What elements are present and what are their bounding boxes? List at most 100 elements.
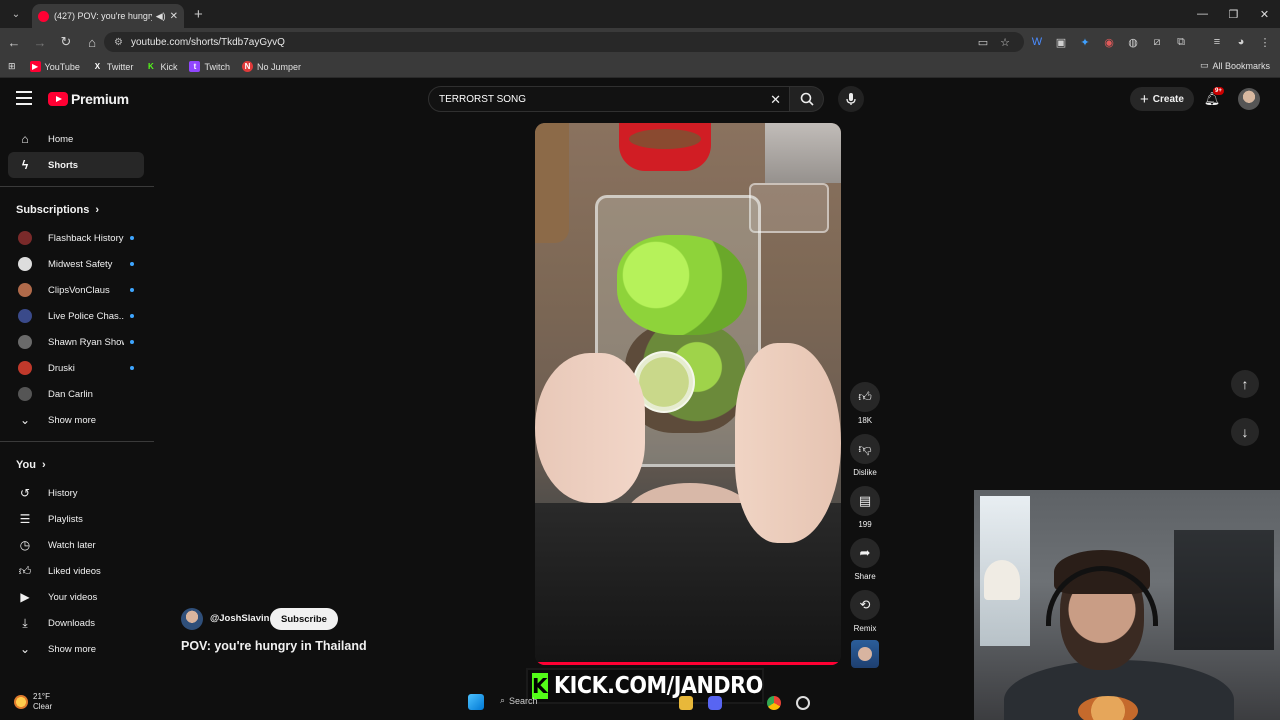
youtube-premium-logo[interactable]: Premium (48, 91, 129, 107)
extension-window-icon[interactable]: ▣ (1053, 34, 1069, 50)
dislike-button[interactable]: 👎︎ (850, 434, 880, 464)
thumbs-up-icon: 👍︎ (858, 389, 872, 404)
sound-thumbnail[interactable] (851, 640, 879, 668)
new-tab-icon[interactable]: + (194, 6, 203, 23)
clear-search-icon[interactable]: ✕ (770, 92, 781, 108)
voice-search-button[interactable] (838, 86, 864, 112)
chrome-icon[interactable] (767, 696, 781, 710)
close-tab-icon[interactable]: ✕ (170, 11, 178, 22)
notifications-button[interactable]: 🔔︎ 9+ (1202, 87, 1224, 109)
remix-button[interactable]: ⟲ (850, 590, 880, 620)
search-input[interactable] (439, 93, 759, 105)
close-window-icon[interactable]: ✕ (1249, 0, 1280, 28)
video-progress-bar[interactable] (535, 662, 841, 665)
sidebar-item-playlists[interactable]: ☰ Playlists (8, 506, 144, 532)
address-bar[interactable]: ⚙ youtube.com/shorts/Tkdb7ayGyvQ (104, 32, 1024, 52)
sidebar-item-live-police-chase[interactable]: Live Police Chas... (8, 303, 144, 329)
bookmark-star-icon[interactable]: ☆ (997, 34, 1013, 50)
sidebar-item-midwest-safety[interactable]: Midwest Safety (8, 251, 144, 277)
sidebar-item-home[interactable]: ⌂ Home (8, 126, 144, 152)
file-explorer-icon[interactable] (679, 696, 693, 710)
logo-text: Premium (71, 91, 129, 107)
extension-shield-icon[interactable]: ◍ (1125, 34, 1141, 50)
profile-icon[interactable]: ◕ (1233, 34, 1249, 50)
thumbs-down-icon: 👎︎ (858, 441, 872, 456)
account-avatar[interactable] (1238, 88, 1260, 110)
chevron-right-icon: › (41, 459, 46, 471)
extension-w-icon[interactable]: W (1029, 34, 1045, 50)
apps-grid-icon[interactable]: ⊞ (8, 61, 16, 72)
channel-name[interactable]: @JoshSlavin (210, 613, 269, 624)
remix-action: ⟲ Remix (846, 590, 884, 634)
reload-icon[interactable]: ↻ (54, 30, 78, 54)
sidebar-item-flashback-history[interactable]: Flashback History (8, 225, 144, 251)
windows-start-icon[interactable] (468, 694, 484, 710)
extension-blue-icon[interactable]: ✦ (1077, 34, 1093, 50)
sidebar-item-your-videos[interactable]: ▶ Your videos (8, 584, 144, 610)
bookmark-twitch[interactable]: t Twitch (189, 61, 230, 72)
back-icon[interactable]: ← (2, 30, 26, 54)
next-short-button[interactable]: ↓ (1231, 418, 1259, 446)
cast-icon[interactable]: ▭ (975, 34, 991, 50)
comment-count: 199 (858, 520, 872, 529)
chevron-right-icon: › (95, 204, 100, 216)
sidebar-item-druski[interactable]: Druski (8, 355, 144, 381)
sidebar-item-downloads[interactable]: ⤓ Downloads (8, 610, 144, 636)
obs-icon[interactable] (796, 696, 810, 710)
you-heading[interactable]: You › (0, 450, 154, 480)
all-bookmarks[interactable]: ▭ All Bookmarks (1200, 60, 1270, 71)
speaker-icon[interactable]: ◀) (156, 11, 166, 22)
sidebar-item-history[interactable]: ↺ History (8, 480, 144, 506)
video-progress-fill (535, 662, 838, 665)
sidebar-item-shawn-ryan-show[interactable]: Shawn Ryan Show (8, 329, 144, 355)
sidebar-show-more[interactable]: ⌄ Show more (8, 407, 144, 433)
extension-red-icon[interactable]: ◉ (1101, 34, 1117, 50)
sidebar-item-clipsvonclaus[interactable]: ClipsVonClaus (8, 277, 144, 303)
plus-icon: + (1140, 90, 1149, 108)
comments-button[interactable]: ▤ (850, 486, 880, 516)
forward-icon[interactable]: → (28, 30, 52, 54)
sidebar-item-shorts[interactable]: ϟ Shorts (8, 152, 144, 178)
site-info-icon[interactable]: ⚙ (114, 37, 123, 48)
extensions-puzzle-icon[interactable]: ⧉ (1173, 34, 1189, 50)
bookmark-youtube[interactable]: ▶ YouTube (29, 61, 80, 72)
sidebar-item-watch-later[interactable]: ◷ Watch later (8, 532, 144, 558)
bookmark-nojumper[interactable]: N No Jumper (241, 61, 301, 72)
like-button[interactable]: 👍︎ (850, 382, 880, 412)
browser-menu-icon[interactable]: ⋮ (1257, 34, 1273, 50)
bookmark-twitter[interactable]: X Twitter (92, 61, 134, 72)
extension-slash-icon[interactable]: ⧄ (1149, 34, 1165, 50)
subscriptions-heading[interactable]: Subscriptions › (0, 195, 154, 225)
home-icon: ⌂ (21, 132, 29, 146)
share-action: ➦ Share (846, 538, 884, 582)
webcam-background-detail (984, 560, 1020, 600)
previous-short-button[interactable]: ↑ (1231, 370, 1259, 398)
sidebar-item-liked-videos[interactable]: 👍︎ Liked videos (8, 558, 144, 584)
minimize-icon[interactable]: — (1187, 0, 1218, 28)
download-icon: ⤓ (22, 615, 28, 630)
x-icon: X (94, 62, 101, 71)
channel-avatar[interactable] (181, 608, 203, 630)
browser-tab[interactable]: (427) POV: you're hungry in ◀) ✕ (32, 4, 184, 28)
subscribe-button[interactable]: Subscribe (270, 608, 338, 630)
share-button[interactable]: ➦ (850, 538, 880, 568)
bookmark-kick[interactable]: K Kick (145, 61, 177, 72)
taskbar-weather[interactable]: 21°F Clear (14, 692, 52, 712)
media-controls-icon[interactable]: ≡ (1209, 34, 1225, 50)
video-frame-detail (629, 129, 701, 149)
tab-search-icon[interactable]: ⌄ (4, 4, 28, 24)
browser-tab-bar: ⌄ (427) POV: you're hungry in ◀) ✕ + — ❐… (0, 0, 1280, 28)
taskbar-icons (468, 694, 496, 710)
discord-icon[interactable] (708, 696, 722, 710)
sidebar-item-dan-carlin[interactable]: Dan Carlin (8, 381, 144, 407)
short-video-player[interactable] (535, 123, 841, 665)
taskbar-search[interactable]: ⌕ Search (500, 695, 538, 706)
create-button[interactable]: + Create (1130, 87, 1194, 111)
hamburger-menu-icon[interactable] (16, 91, 32, 105)
search-button[interactable] (790, 86, 824, 112)
sidebar-show-more-2[interactable]: ⌄ Show more (8, 636, 144, 662)
home-icon[interactable]: ⌂ (80, 30, 104, 54)
maximize-icon[interactable]: ❐ (1218, 0, 1249, 28)
new-content-dot (130, 262, 134, 266)
channel-avatar (18, 309, 32, 323)
